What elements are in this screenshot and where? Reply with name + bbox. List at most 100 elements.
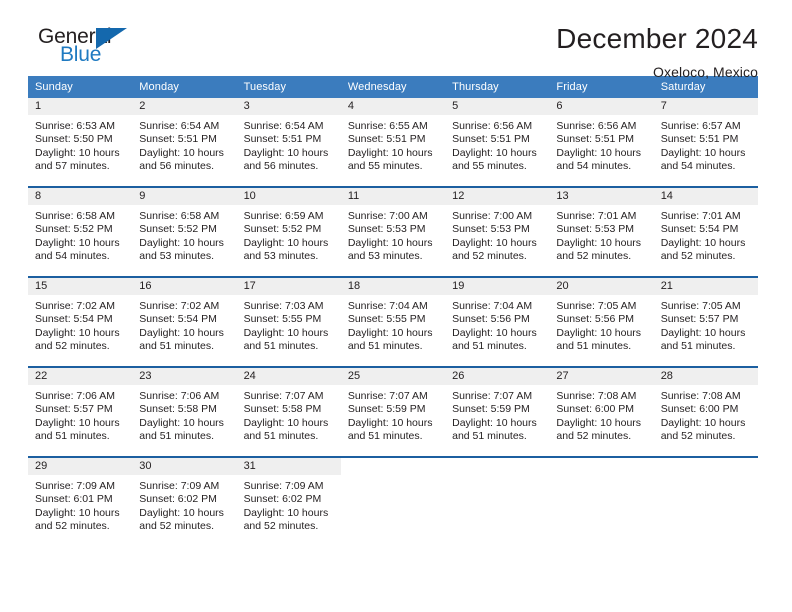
- sunrise-text: Sunrise: 6:59 AM: [243, 210, 324, 222]
- day-cell[interactable]: 13 Sunrise: 7:01 AM Sunset: 5:53 PM Dayligh…: [549, 188, 654, 276]
- day-cell[interactable]: 20 Sunrise: 7:05 AM Sunset: 5:56 PM Dayligh…: [549, 278, 654, 366]
- day-cell[interactable]: 31 Sunrise: 7:09 AM Sunset: 6:02 PM Dayligh…: [236, 458, 341, 546]
- calendar-cell: 25 Sunrise: 7:07 AM Sunset: 5:59 PM Dayligh…: [340, 366, 446, 457]
- sunset-text: Sunset: 5:54 PM: [660, 223, 739, 236]
- daylight-text-line2: and 51 minutes.: [139, 340, 214, 353]
- daylight-text-line2: and 52 minutes.: [660, 250, 736, 263]
- daylight-text-line1: Daylight: 10 hours: [35, 506, 120, 519]
- day-cell[interactable]: 19 Sunrise: 7:04 AM Sunset: 5:56 PM Dayligh…: [445, 278, 550, 366]
- day-cell[interactable]: 10 Sunrise: 6:59 AM Sunset: 5:52 PM Dayligh…: [236, 188, 341, 276]
- day-number: 6: [549, 98, 654, 115]
- calendar-cell: 31 Sunrise: 7:09 AM Sunset: 6:02 PM Dayligh…: [236, 456, 341, 546]
- day-cell[interactable]: 2 Sunrise: 6:54 AM Sunset: 5:51 PM Daylight…: [132, 98, 237, 186]
- day-cell[interactable]: 8 Sunrise: 6:58 AM Sunset: 5:52 PM Daylight…: [28, 188, 133, 276]
- day-details: Sunrise: 7:06 AM Sunset: 5:57 PM Daylight:…: [28, 385, 132, 444]
- day-cell-empty: [445, 458, 549, 546]
- calendar-table: Sunday Monday Tuesday Wednesday Thursday…: [28, 76, 758, 546]
- day-details: Sunrise: 7:01 AM Sunset: 5:53 PM Daylight:…: [549, 205, 653, 264]
- weekday-header-sunday: Sunday: [28, 76, 133, 98]
- sunrise-text: Sunrise: 7:01 AM: [660, 210, 741, 222]
- calendar-cell: 5 Sunrise: 6:56 AM Sunset: 5:51 PM Daylight…: [445, 98, 550, 187]
- calendar-cell: 12 Sunrise: 7:00 AM Sunset: 5:53 PM Dayligh…: [445, 186, 550, 277]
- sunset-text: Sunset: 6:01 PM: [35, 493, 113, 506]
- daylight-text-line1: Daylight: 10 hours: [347, 416, 433, 429]
- day-cell-empty: [341, 458, 445, 546]
- day-details: Sunrise: 7:02 AM Sunset: 5:54 PM Daylight:…: [28, 295, 132, 354]
- daylight-text-line1: Daylight: 10 hours: [139, 416, 224, 429]
- daylight-text-line2: and 57 minutes.: [35, 160, 110, 173]
- day-cell[interactable]: 7 Sunrise: 6:57 AM Sunset: 5:51 PM Daylight…: [653, 98, 758, 186]
- day-cell[interactable]: 14 Sunrise: 7:01 AM Sunset: 5:54 PM Dayligh…: [653, 188, 758, 276]
- day-cell[interactable]: 27 Sunrise: 7:08 AM Sunset: 6:00 PM Dayligh…: [549, 368, 654, 456]
- day-cell[interactable]: 18 Sunrise: 7:04 AM Sunset: 5:55 PM Dayligh…: [340, 278, 446, 366]
- calendar-cell: [340, 456, 446, 546]
- sunrise-text: Sunrise: 7:05 AM: [660, 300, 741, 312]
- day-cell[interactable]: 5 Sunrise: 6:56 AM Sunset: 5:51 PM Daylight…: [445, 98, 550, 186]
- day-details: Sunrise: 7:07 AM Sunset: 5:59 PM Daylight:…: [341, 385, 445, 444]
- day-cell[interactable]: 24 Sunrise: 7:07 AM Sunset: 5:58 PM Dayligh…: [236, 368, 341, 456]
- day-cell[interactable]: 30 Sunrise: 7:09 AM Sunset: 6:02 PM Dayligh…: [132, 458, 237, 546]
- calendar-cell: 24 Sunrise: 7:07 AM Sunset: 5:58 PM Dayligh…: [236, 366, 341, 457]
- daylight-text-line1: Daylight: 10 hours: [35, 416, 120, 429]
- day-number: [445, 458, 549, 475]
- sunrise-text: Sunrise: 7:01 AM: [556, 210, 637, 222]
- calendar-cell: 17 Sunrise: 7:03 AM Sunset: 5:55 PM Dayligh…: [236, 276, 341, 367]
- sunrise-text: Sunrise: 6:58 AM: [139, 210, 220, 222]
- sunset-text: Sunset: 5:53 PM: [347, 223, 426, 236]
- daylight-text-line2: and 51 minutes.: [660, 340, 736, 353]
- sunrise-text: Sunrise: 6:58 AM: [35, 210, 115, 222]
- daylight-text-line1: Daylight: 10 hours: [556, 326, 642, 339]
- day-number: 14: [653, 188, 758, 205]
- day-details: Sunrise: 7:07 AM Sunset: 5:59 PM Daylight:…: [445, 385, 549, 444]
- day-cell[interactable]: 21 Sunrise: 7:05 AM Sunset: 5:57 PM Dayligh…: [653, 278, 758, 366]
- day-cell[interactable]: 17 Sunrise: 7:03 AM Sunset: 5:55 PM Dayligh…: [236, 278, 341, 366]
- day-number: 21: [653, 278, 758, 295]
- calendar-cell: 19 Sunrise: 7:04 AM Sunset: 5:56 PM Dayligh…: [445, 276, 550, 367]
- day-cell[interactable]: 11 Sunrise: 7:00 AM Sunset: 5:53 PM Dayligh…: [340, 188, 446, 276]
- sunset-text: Sunset: 5:52 PM: [35, 223, 113, 236]
- day-cell[interactable]: 29 Sunrise: 7:09 AM Sunset: 6:01 PM Dayligh…: [28, 458, 133, 546]
- weekday-header-tuesday: Tuesday: [236, 76, 341, 98]
- day-cell[interactable]: 6 Sunrise: 6:56 AM Sunset: 5:51 PM Daylight…: [549, 98, 654, 186]
- page-header: General Blue December 2024 Oxeloco, Mexi…: [28, 0, 764, 80]
- sunrise-text: Sunrise: 6:57 AM: [660, 120, 741, 132]
- sunset-text: Sunset: 5:54 PM: [35, 313, 113, 326]
- day-cell[interactable]: 9 Sunrise: 6:58 AM Sunset: 5:52 PM Daylight…: [132, 188, 237, 276]
- day-cell[interactable]: 12 Sunrise: 7:00 AM Sunset: 5:53 PM Dayligh…: [445, 188, 550, 276]
- day-number: 8: [28, 188, 133, 205]
- daylight-text-line2: and 52 minutes.: [556, 250, 632, 263]
- calendar-cell: 15 Sunrise: 7:02 AM Sunset: 5:54 PM Dayligh…: [28, 276, 133, 367]
- weekday-header-thursday: Thursday: [445, 76, 550, 98]
- day-number: 19: [445, 278, 550, 295]
- calendar-cell: 30 Sunrise: 7:09 AM Sunset: 6:02 PM Dayligh…: [132, 456, 237, 546]
- generalblue-logo[interactable]: General Blue: [28, 24, 138, 72]
- sunrise-text: Sunrise: 7:08 AM: [556, 390, 637, 402]
- day-cell[interactable]: 26 Sunrise: 7:07 AM Sunset: 5:59 PM Dayligh…: [445, 368, 550, 456]
- day-cell[interactable]: 23 Sunrise: 7:06 AM Sunset: 5:58 PM Dayligh…: [132, 368, 237, 456]
- day-cell[interactable]: 28 Sunrise: 7:08 AM Sunset: 6:00 PM Dayligh…: [653, 368, 758, 456]
- day-number: 16: [132, 278, 237, 295]
- daylight-text-line2: and 54 minutes.: [35, 250, 110, 263]
- day-details: Sunrise: 7:03 AM Sunset: 5:55 PM Daylight:…: [237, 295, 341, 354]
- day-details: Sunrise: 7:09 AM Sunset: 6:02 PM Daylight:…: [237, 475, 341, 534]
- calendar-cell: 28 Sunrise: 7:08 AM Sunset: 6:00 PM Dayligh…: [653, 366, 758, 457]
- daylight-text-line2: and 51 minutes.: [347, 340, 423, 353]
- sunrise-text: Sunrise: 7:05 AM: [556, 300, 637, 312]
- sunset-text: Sunset: 5:51 PM: [556, 133, 635, 146]
- day-cell[interactable]: 4 Sunrise: 6:55 AM Sunset: 5:51 PM Daylight…: [340, 98, 446, 186]
- calendar-cell: 20 Sunrise: 7:05 AM Sunset: 5:56 PM Dayligh…: [549, 276, 654, 367]
- day-cell[interactable]: 22 Sunrise: 7:06 AM Sunset: 5:57 PM Dayligh…: [28, 368, 133, 456]
- sunset-text: Sunset: 5:59 PM: [452, 403, 530, 416]
- sunset-text: Sunset: 5:55 PM: [243, 313, 322, 326]
- day-details: Sunrise: 6:54 AM Sunset: 5:51 PM Daylight:…: [237, 115, 341, 174]
- day-number: [549, 458, 653, 475]
- daylight-text-line1: Daylight: 10 hours: [660, 326, 746, 339]
- day-cell[interactable]: 3 Sunrise: 6:54 AM Sunset: 5:51 PM Daylight…: [236, 98, 341, 186]
- day-number: 20: [549, 278, 654, 295]
- daylight-text-line2: and 52 minutes.: [556, 430, 632, 443]
- day-cell[interactable]: 15 Sunrise: 7:02 AM Sunset: 5:54 PM Dayligh…: [28, 278, 133, 366]
- day-cell[interactable]: 25 Sunrise: 7:07 AM Sunset: 5:59 PM Dayligh…: [340, 368, 446, 456]
- day-cell[interactable]: 16 Sunrise: 7:02 AM Sunset: 5:54 PM Dayligh…: [132, 278, 237, 366]
- day-cell[interactable]: 1 Sunrise: 6:53 AM Sunset: 5:50 PM Daylight…: [28, 98, 133, 186]
- day-details: Sunrise: 6:56 AM Sunset: 5:51 PM Daylight:…: [445, 115, 549, 174]
